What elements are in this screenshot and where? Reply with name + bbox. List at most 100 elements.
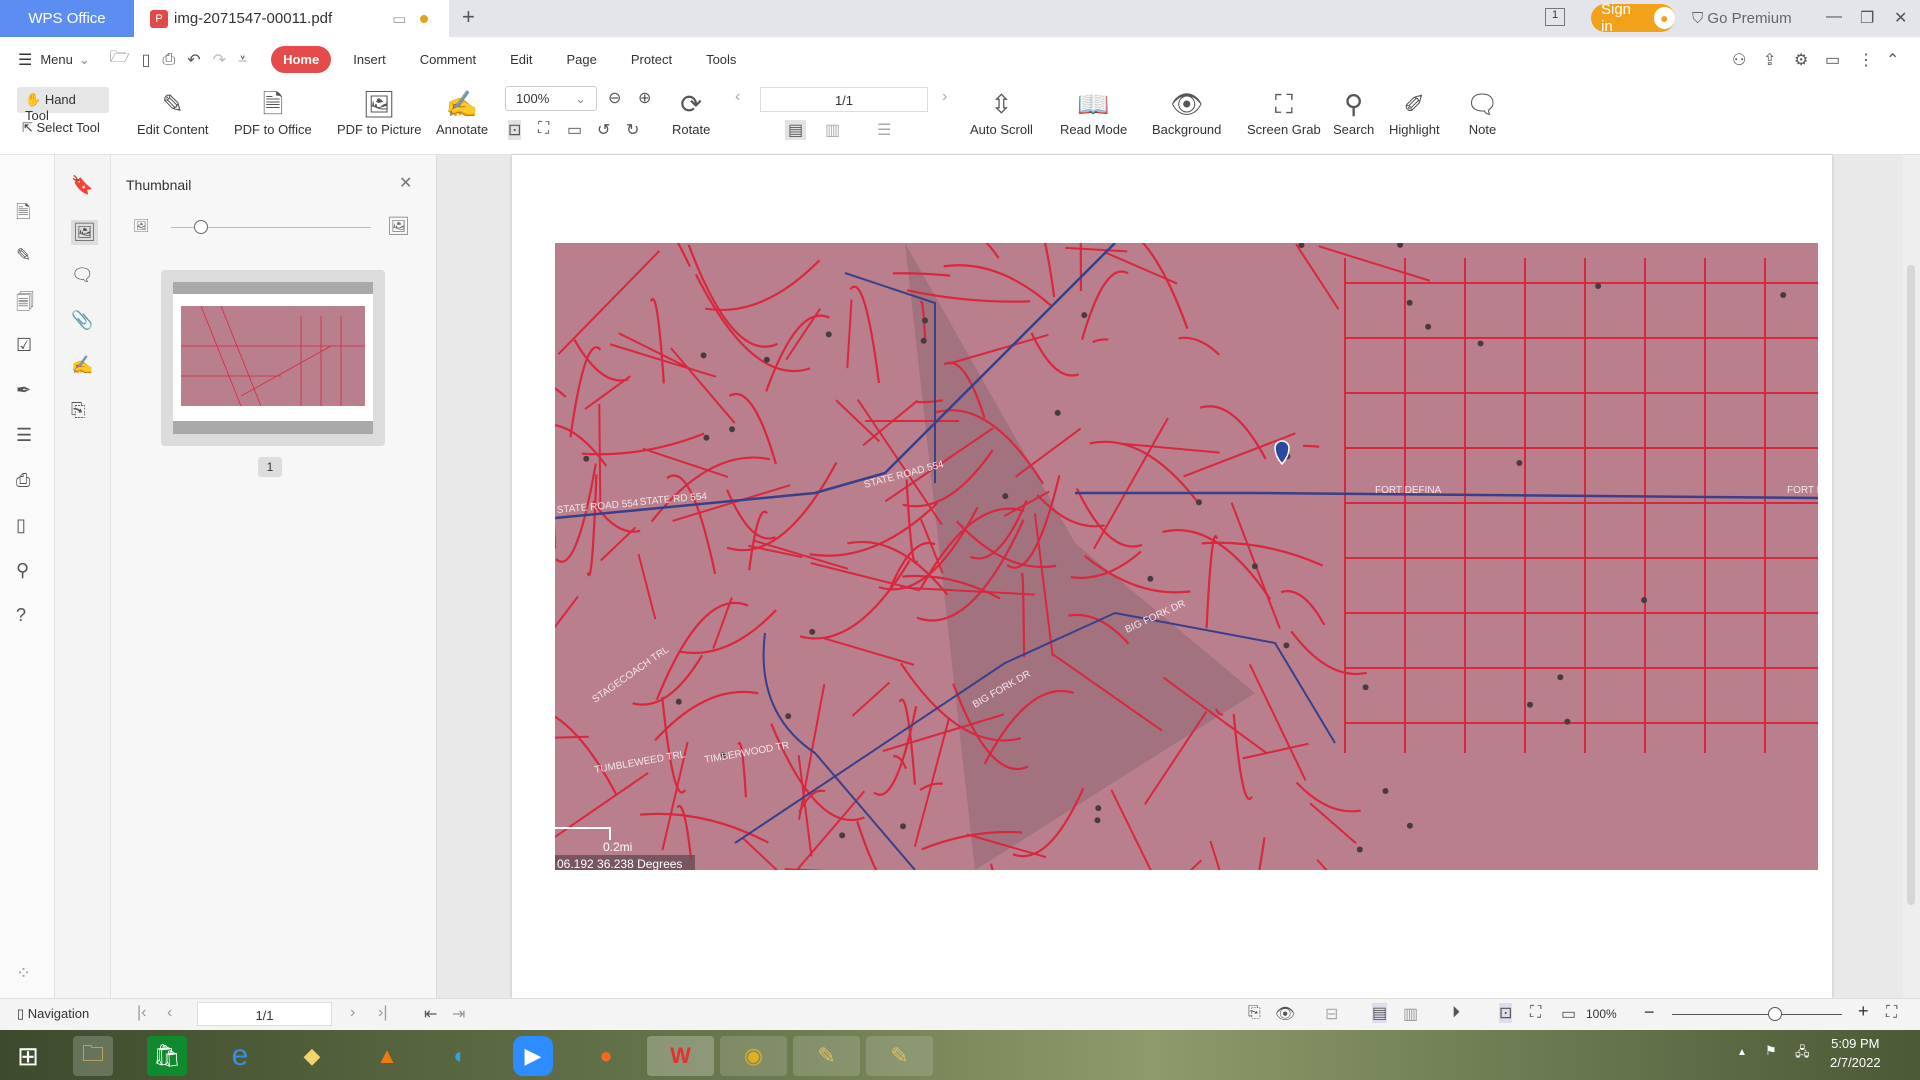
close-panel-icon[interactable]: ✕ (399, 173, 412, 193)
rotate-button[interactable]: ⟳ Rotate (672, 86, 710, 137)
wps-taskbar-icon[interactable]: W (647, 1036, 714, 1076)
clock[interactable]: 5:09 PM 2/7/2022 (1830, 1036, 1881, 1070)
thumbnail-icon[interactable]: 🖼 (71, 220, 98, 245)
open-icon[interactable]: 🗁 (110, 46, 130, 73)
page-input[interactable]: 1/1 (197, 1002, 332, 1026)
wps-office-tab[interactable]: WPS Office (0, 0, 134, 37)
prev-page-icon[interactable]: ‹ (167, 1004, 172, 1022)
last-page-icon[interactable]: ›| (378, 1004, 387, 1022)
print-icon[interactable]: ⎙ (16, 470, 30, 491)
zoom-app-icon[interactable]: ▶ (513, 1036, 553, 1076)
next-page-icon[interactable]: › (942, 88, 947, 106)
network-icon[interactable]: 🖧 (1795, 1043, 1810, 1065)
fit-page-icon[interactable]: ⛶ (1530, 1004, 1541, 1022)
zoom-select[interactable]: 100% ⌄ (505, 86, 597, 111)
new-tab-button[interactable]: + (462, 4, 475, 30)
read-mode-button[interactable]: 📖 Read Mode (1060, 86, 1127, 137)
windows-start-icon[interactable]: ⊞ (8, 1036, 48, 1076)
scrollbar-thumb[interactable] (1907, 265, 1915, 905)
continuous-icon[interactable]: ☰ (877, 120, 891, 140)
help-icon[interactable]: ? (16, 605, 26, 626)
split-icon[interactable]: ⊟ (1325, 1004, 1338, 1024)
note-button[interactable]: 🗨 Note (1466, 86, 1499, 137)
fit-width-icon[interactable]: ▭ (1561, 1004, 1576, 1024)
zoom-level[interactable]: 100% (1586, 1007, 1617, 1021)
vertical-scrollbar[interactable] (1903, 155, 1920, 998)
save-icon[interactable]: ▯ (142, 50, 151, 70)
zoom-out-icon[interactable]: ⊖ (608, 88, 621, 108)
redo-icon[interactable]: ↷ (213, 50, 226, 70)
actual-size-icon[interactable]: ⊡ (508, 120, 522, 140)
edit-content-button[interactable]: ✎ Edit Content (137, 86, 209, 137)
edit-icon[interactable]: ✎ (16, 245, 31, 266)
sticky-notes-icon[interactable]: ◆ (292, 1036, 332, 1076)
eye-protection-icon[interactable]: 👁 (1275, 1004, 1295, 1024)
minimize-button[interactable]: — (1826, 8, 1842, 26)
forward-icon[interactable]: ⇥ (452, 1004, 465, 1024)
restore-button[interactable]: ❐ (1860, 8, 1874, 28)
search-button[interactable]: ⚲ Search (1333, 86, 1374, 137)
tab-insert[interactable]: Insert (353, 52, 386, 67)
screen-grab-button[interactable]: ⛶ Screen Grab (1247, 86, 1321, 137)
form-icon[interactable]: ☑ (16, 335, 32, 356)
share-user-icon[interactable]: ⚇ (1732, 50, 1746, 70)
annotate-button[interactable]: ✍ Annotate (436, 86, 488, 137)
page-indicator-icon[interactable]: 1 (1545, 8, 1565, 26)
vlc-icon[interactable]: ▲ (367, 1036, 407, 1076)
navigation-button[interactable]: ▯ Navigation (17, 1006, 89, 1022)
rotate-right-icon[interactable]: ↻ (626, 120, 639, 140)
file-explorer-icon[interactable]: 🗀 (73, 1036, 113, 1076)
pdf-to-picture-button[interactable]: 🖼 PDF to Picture (337, 86, 422, 137)
zoom-out-button[interactable]: − (1644, 1002, 1655, 1023)
previous-page-icon[interactable]: ‹ (735, 88, 740, 106)
fit-page-icon[interactable]: ⛶ (538, 120, 549, 138)
zoom-in-button[interactable]: + (1858, 1001, 1869, 1022)
back-icon[interactable]: ⇤ (424, 1004, 437, 1024)
tab-tools[interactable]: Tools (706, 52, 736, 67)
share-icon[interactable]: ⇪ (1763, 50, 1776, 70)
rotate-left-icon[interactable]: ↺ (597, 120, 610, 140)
store-icon[interactable]: 🛍 (147, 1036, 187, 1076)
single-page-view-icon[interactable]: ▤ (1372, 1003, 1388, 1023)
comments-icon[interactable]: 🗨 (71, 265, 94, 286)
page-number-input[interactable]: 1/1 (760, 87, 928, 112)
background-button[interactable]: 👁 Background (1152, 86, 1221, 137)
select-tool-button[interactable]: ⇱ Select Tool (22, 120, 100, 136)
fullscreen-icon[interactable]: ⛶ (1886, 1004, 1897, 1022)
document-tab[interactable]: P img-2071547-00011.pdf ▭ (134, 0, 449, 37)
firefox-icon[interactable]: ● (586, 1036, 626, 1076)
fit-width-icon[interactable]: ▭ (567, 120, 582, 140)
edge-icon[interactable]: ◐ (440, 1036, 480, 1076)
compress-icon[interactable]: ▯ (16, 515, 26, 536)
app-icon[interactable]: ✎ (793, 1036, 860, 1076)
chevron-down-icon[interactable]: ⌄ (79, 52, 90, 68)
convert-icon[interactable]: 🗐 (16, 290, 34, 320)
thumbnail-size-slider-handle[interactable] (194, 220, 208, 234)
internet-explorer-icon[interactable]: e (220, 1036, 260, 1076)
actual-size-icon[interactable]: ⊡ (1499, 1003, 1513, 1023)
stamp-icon[interactable]: ⎘ (71, 400, 85, 421)
double-page-view-icon[interactable]: ▥ (1403, 1004, 1418, 1024)
settings-icon[interactable]: ⚙ (1794, 50, 1808, 70)
undo-icon[interactable]: ↶ (187, 50, 200, 70)
tab-home[interactable]: Home (271, 46, 332, 73)
small-thumbnail-icon[interactable]: 🖼 (133, 218, 150, 234)
tab-edit[interactable]: Edit (510, 52, 532, 67)
more-icon[interactable]: ⩡ (238, 51, 247, 69)
tab-comment[interactable]: Comment (420, 52, 476, 67)
zoom-slider-handle[interactable] (1768, 1007, 1782, 1021)
zoom-in-icon[interactable]: ⊕ (638, 88, 651, 108)
hand-tool-button[interactable]: ✋ Hand Tool (17, 87, 109, 123)
outline-icon[interactable]: ☰ (16, 425, 32, 446)
single-page-icon[interactable]: ▤ (785, 120, 807, 140)
bookmark-icon[interactable]: 🔖 (71, 175, 93, 196)
sign-icon[interactable]: ✒ (16, 380, 31, 401)
print-icon[interactable]: ⎙ (162, 51, 175, 69)
tab-page[interactable]: Page (567, 52, 597, 67)
tray-arrow-icon[interactable]: ▲ (1737, 1047, 1747, 1058)
document-icon[interactable]: 🗎 (16, 200, 30, 230)
close-window-button[interactable]: ✕ (1894, 8, 1907, 28)
first-page-icon[interactable]: |‹ (137, 1004, 146, 1022)
two-page-icon[interactable]: ▥ (825, 120, 840, 140)
export-icon[interactable]: ⎘ (1248, 1004, 1261, 1022)
